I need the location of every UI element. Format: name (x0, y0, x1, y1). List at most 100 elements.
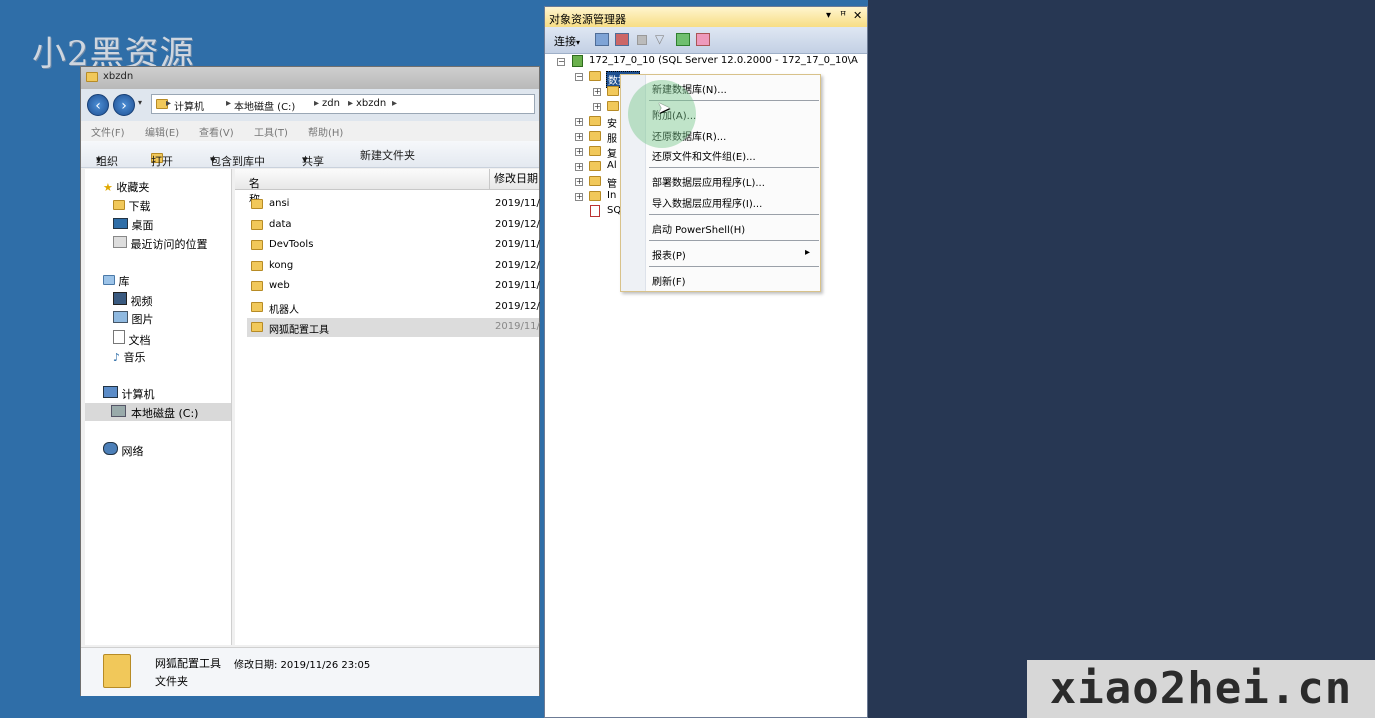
file-name: 网狐配置工具 (269, 325, 329, 336)
details-pane: 网狐配置工具 修改日期: 2019/11/26 23:05 文件夹 (81, 647, 539, 696)
nav-pictures[interactable]: 图片 (113, 311, 154, 327)
expand-icon[interactable]: + (575, 163, 583, 171)
tree-node-alwayson[interactable]: Al (607, 160, 617, 171)
expand-icon[interactable]: + (575, 193, 583, 201)
expand-icon[interactable]: + (593, 103, 601, 111)
connect-button[interactable]: 连接▾ (554, 33, 580, 49)
table-row[interactable]: kong 2019/12/ (247, 257, 540, 276)
address-bar[interactable]: 计算机 本地磁盘 (C:) zdn xbzdn ▸ ▸ ▸ ▸ ▸ (151, 94, 535, 114)
menu-edit[interactable]: 编辑(E) (145, 124, 179, 139)
tree-node-management[interactable]: 管 (607, 175, 617, 190)
folder-icon (251, 281, 263, 291)
menu-view[interactable]: 查看(V) (199, 124, 234, 139)
object-explorer-titlebar[interactable]: 对象资源管理器 ▾ ꟸ ✕ (545, 7, 867, 27)
expand-icon[interactable]: + (593, 88, 601, 96)
tree-node-server-objects[interactable]: 服 (607, 130, 617, 145)
tree-node-security[interactable]: 安 (607, 115, 617, 130)
menu-item-start-powershell[interactable]: 启动 PowerShell(H) (652, 221, 745, 236)
table-row[interactable]: web 2019/11/ (247, 277, 540, 296)
breadcrumb-local-disk[interactable]: 本地磁盘 (C:) (234, 98, 295, 113)
tree-node-integration[interactable]: In (607, 190, 616, 201)
music-note-icon: ♪ (113, 351, 121, 364)
computer-icon (103, 386, 118, 398)
window-position-icon[interactable]: ▾ (826, 10, 831, 21)
forward-button[interactable]: › (113, 94, 135, 116)
expand-icon[interactable]: + (575, 118, 583, 126)
file-date: 2019/11/ (495, 280, 540, 291)
nav-computer[interactable]: 计算机 (103, 386, 155, 402)
desktop-background-dark (868, 0, 1375, 718)
folder-icon (589, 191, 601, 201)
menu-item-reports[interactable]: 报表(P) (652, 247, 686, 262)
nav-network[interactable]: 网络 (103, 442, 144, 459)
server-node[interactable]: 172_17_0_10 (SQL Server 12.0.2000 - 172_… (589, 55, 858, 66)
sort-ascending-icon: ▴ (249, 175, 254, 184)
connect-label: 连接 (554, 35, 576, 48)
nav-videos[interactable]: 视频 (113, 292, 153, 309)
nav-music[interactable]: ♪ 音乐 (113, 349, 146, 365)
menu-separator (649, 240, 819, 241)
nav-desktop-label: 桌面 (131, 219, 154, 232)
breadcrumb-xbzdn[interactable]: xbzdn (356, 98, 386, 109)
table-row-selected[interactable]: 网狐配置工具 2019/11/ (247, 318, 540, 337)
column-header-row: 名称 ▴ 修改日期 (235, 169, 539, 206)
details-name: 网狐配置工具 (155, 657, 221, 670)
collapse-icon[interactable]: − (557, 58, 565, 66)
menu-separator (649, 266, 819, 267)
connect-object-icon[interactable] (595, 33, 609, 46)
table-row[interactable]: DevTools 2019/11/ (247, 236, 540, 255)
nav-local-disk[interactable]: 本地磁盘 (C:) (85, 403, 231, 421)
filter-icon[interactable]: ▽ (655, 32, 664, 46)
table-row[interactable]: 机器人 2019/12/ (247, 298, 540, 317)
stop-icon[interactable] (637, 35, 647, 45)
folder-icon (251, 322, 263, 332)
disk-drive-icon (111, 405, 126, 417)
breadcrumb-zdn[interactable]: zdn (322, 98, 340, 109)
menu-separator (649, 167, 819, 168)
chevron-down-icon: ▾ (210, 153, 216, 166)
table-row[interactable]: ansi 2019/11/ (247, 195, 540, 214)
folder-icon (251, 302, 263, 312)
activity-monitor-icon[interactable] (696, 33, 710, 46)
recent-pages-dropdown-icon[interactable]: ▾ (138, 98, 142, 107)
menu-tools[interactable]: 工具(T) (254, 124, 288, 139)
explorer-titlebar[interactable]: xbzdn (81, 67, 539, 89)
file-name: DevTools (269, 239, 314, 250)
menu-item-import-data-tier[interactable]: 导入数据层应用程序(I)... (652, 195, 762, 210)
disconnect-icon[interactable] (615, 33, 629, 46)
video-icon (113, 292, 127, 305)
tree-node-replication[interactable]: 复 (607, 145, 617, 160)
back-button[interactable]: ‹ (87, 94, 109, 116)
collapse-icon[interactable]: − (575, 73, 583, 81)
folder-icon (589, 161, 601, 171)
menu-item-refresh[interactable]: 刷新(F) (652, 273, 686, 288)
menu-item-deploy-data-tier[interactable]: 部署数据层应用程序(L)... (652, 174, 765, 189)
expand-icon[interactable]: + (575, 178, 583, 186)
close-icon[interactable]: ✕ (853, 9, 862, 22)
nav-documents[interactable]: 文档 (113, 330, 151, 348)
new-folder-button[interactable]: 新建文件夹 (360, 147, 415, 163)
pin-icon[interactable]: ꟸ (840, 9, 846, 22)
column-modified[interactable]: 修改日期 (489, 169, 538, 189)
nav-libraries-label: 库 (118, 275, 130, 288)
menu-help[interactable]: 帮助(H) (308, 124, 343, 139)
table-row[interactable]: data 2019/12/ (247, 216, 540, 235)
file-name: data (269, 219, 292, 230)
nav-pictures-label: 图片 (131, 313, 154, 326)
file-date: 2019/12/ (495, 301, 540, 312)
nav-recent[interactable]: 最近访问的位置 (113, 236, 208, 252)
chevron-down-icon: ▾ (96, 153, 102, 166)
menu-file[interactable]: 文件(F) (91, 124, 125, 139)
nav-downloads[interactable]: 下载 (113, 198, 151, 214)
folder-icon (251, 220, 263, 230)
expand-icon[interactable]: + (575, 148, 583, 156)
nav-favorites[interactable]: ★ 收藏夹 (103, 179, 149, 195)
menu-item-restore-files[interactable]: 还原文件和文件组(E)... (652, 148, 756, 163)
nav-desktop[interactable]: 桌面 (113, 217, 154, 233)
expand-icon[interactable]: + (575, 133, 583, 141)
nav-local-disk-label: 本地磁盘 (C:) (131, 407, 199, 420)
include-library-label: 包含到库中 (210, 155, 265, 168)
breadcrumb-computer[interactable]: 计算机 (174, 98, 204, 113)
refresh-icon[interactable] (676, 33, 690, 46)
nav-libraries[interactable]: 库 (103, 273, 130, 289)
